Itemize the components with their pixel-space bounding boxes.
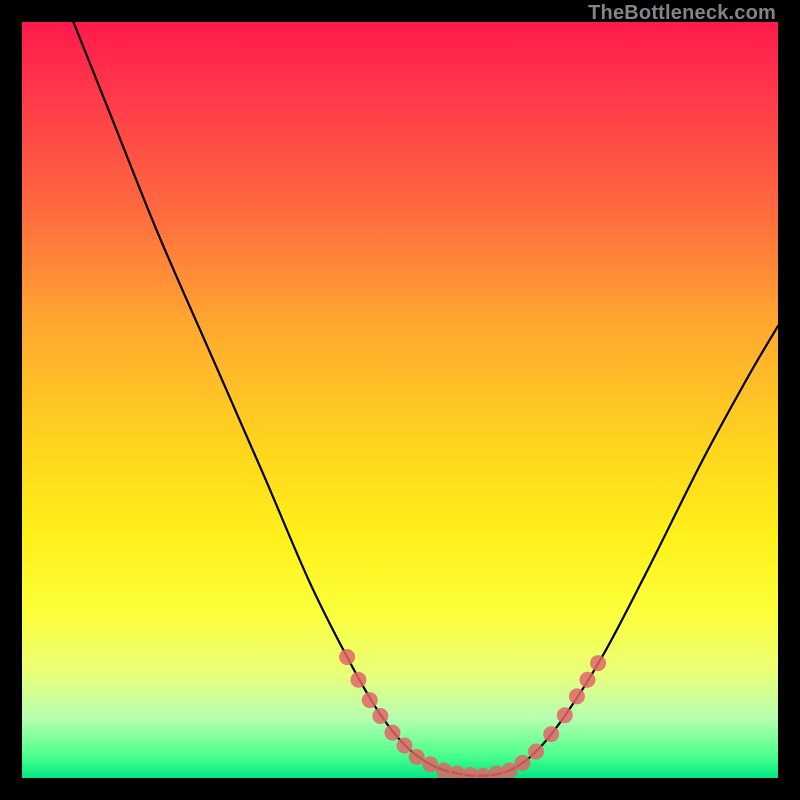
highlight-dot [350,672,366,688]
highlight-dot [339,649,355,665]
chart-frame: TheBottleneck.com [0,0,800,800]
highlight-dots-group [339,649,606,778]
highlight-dot [557,707,573,723]
highlight-dot [543,726,559,742]
plot-area [22,22,778,778]
highlight-dot [397,737,413,753]
watermark-text: TheBottleneck.com [588,2,776,25]
highlight-dot [579,672,595,688]
highlight-dot [590,655,606,671]
highlight-dot [372,708,388,724]
highlight-dot [569,688,585,704]
highlight-dot [514,755,530,771]
highlight-dot [384,725,400,741]
highlight-dot [409,749,425,765]
highlight-dot [422,756,438,772]
highlight-dot [362,692,378,708]
highlight-dot [475,768,491,778]
chart-svg [22,22,778,778]
bottleneck-curve [73,22,778,776]
highlight-dot [528,744,544,760]
